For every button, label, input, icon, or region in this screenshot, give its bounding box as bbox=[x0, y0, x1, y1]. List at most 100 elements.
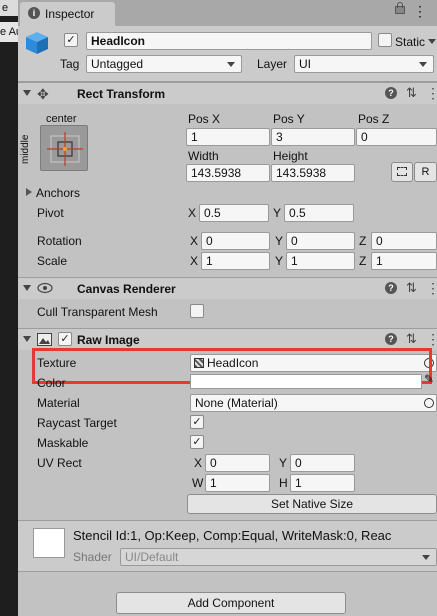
component-title: Raw Image bbox=[77, 333, 140, 347]
uv-y-field[interactable]: 0 bbox=[290, 454, 355, 472]
anchor-preset-icon bbox=[47, 132, 83, 166]
preset-icon[interactable]: ⇅ bbox=[406, 280, 417, 296]
pivot-y-label: Y bbox=[273, 206, 282, 220]
active-checkbox[interactable]: ✓ bbox=[64, 33, 78, 47]
raw-image-header[interactable]: ✓ Raw Image ? ⇅ ⋮ bbox=[18, 328, 437, 350]
kebab-menu-icon[interactable]: ⋮ bbox=[426, 85, 437, 102]
posz-field[interactable]: 0 bbox=[356, 128, 437, 146]
scale-y-label: Y bbox=[275, 254, 284, 268]
scale-z-label: Z bbox=[359, 254, 367, 268]
shader-dropdown[interactable]: UI/Default bbox=[120, 548, 437, 566]
stencil-text: Stencil Id:1, Op:Keep, Comp:Equal, Write… bbox=[73, 529, 392, 543]
uv-x-field[interactable]: 0 bbox=[205, 454, 270, 472]
posy-label: Pos Y bbox=[273, 112, 305, 126]
rotation-x-field[interactable]: 0 bbox=[201, 232, 270, 250]
rect-transform-header[interactable]: ✥ Rect Transform ? ⇅ ⋮ bbox=[18, 82, 437, 104]
eye-icon bbox=[37, 282, 53, 294]
lock-icon-shackle bbox=[397, 2, 403, 8]
height-label: Height bbox=[273, 149, 308, 163]
height-field[interactable]: 143.5938 bbox=[271, 164, 355, 182]
raw-edit-button[interactable]: R bbox=[414, 162, 437, 182]
shader-label: Shader bbox=[73, 550, 112, 564]
kebab-menu-icon[interactable]: ⋮ bbox=[426, 280, 437, 297]
rotation-z-field[interactable]: 0 bbox=[371, 232, 437, 250]
scale-y-field[interactable]: 1 bbox=[286, 252, 355, 270]
raw-image-enabled-checkbox[interactable]: ✓ bbox=[58, 332, 72, 346]
background-text: e Au bbox=[0, 26, 18, 38]
raycast-target-checkbox[interactable]: ✓ bbox=[190, 415, 204, 429]
uv-x-label: X bbox=[194, 456, 203, 470]
info-icon: i bbox=[28, 7, 40, 19]
scale-label: Scale bbox=[37, 254, 68, 268]
posx-label: Pos X bbox=[188, 112, 221, 126]
uv-w-field[interactable]: 1 bbox=[205, 474, 270, 492]
cube-icon bbox=[26, 32, 48, 54]
set-native-size-button[interactable]: Set Native Size bbox=[187, 494, 437, 514]
tab-label: Inspector bbox=[45, 7, 95, 21]
rect-transform-icon: ✥ bbox=[37, 86, 49, 102]
rotation-y-field[interactable]: 0 bbox=[286, 232, 355, 250]
blueprint-mode-button[interactable] bbox=[391, 162, 413, 182]
static-dropdown-arrow[interactable] bbox=[428, 39, 436, 44]
material-label: Material bbox=[37, 396, 80, 410]
pivot-x-field[interactable]: 0.5 bbox=[199, 204, 269, 222]
anchor-horizontal-label: center bbox=[46, 113, 77, 125]
uv-h-label: H bbox=[279, 476, 288, 490]
preset-icon[interactable]: ⇅ bbox=[406, 85, 417, 101]
uv-h-field[interactable]: 1 bbox=[290, 474, 355, 492]
cull-transparent-mesh-label: Cull Transparent Mesh bbox=[37, 305, 158, 319]
width-field[interactable]: 143.5938 bbox=[186, 164, 270, 182]
color-field[interactable] bbox=[190, 374, 422, 389]
eyedropper-icon[interactable]: ✎ bbox=[424, 372, 434, 386]
help-icon[interactable]: ? bbox=[385, 87, 397, 99]
tab-inspector[interactable]: i Inspector bbox=[20, 2, 115, 26]
foldout-arrow-icon[interactable] bbox=[23, 336, 31, 342]
background-text: e bbox=[2, 2, 9, 14]
gameobject-name-field[interactable]: HeadIcon bbox=[86, 32, 372, 50]
anchors-label: Anchors bbox=[36, 186, 81, 200]
posx-field[interactable]: 1 bbox=[186, 128, 270, 146]
add-component-button[interactable]: Add Component bbox=[116, 592, 346, 614]
layer-label: Layer bbox=[257, 57, 288, 71]
kebab-menu-icon[interactable]: ⋮ bbox=[426, 331, 437, 348]
pivot-x-label: X bbox=[188, 206, 197, 220]
anchor-presets-button[interactable] bbox=[40, 125, 88, 171]
material-field[interactable]: None (Material) bbox=[190, 394, 437, 412]
help-icon[interactable]: ? bbox=[385, 282, 397, 294]
component-title: Canvas Renderer bbox=[77, 282, 176, 296]
background-window-tab: e Au bbox=[0, 22, 18, 42]
raycast-target-label: Raycast Target bbox=[37, 416, 117, 430]
rotation-x-label: X bbox=[190, 234, 199, 248]
rotation-y-label: Y bbox=[275, 234, 284, 248]
foldout-arrow-icon[interactable] bbox=[23, 285, 31, 291]
static-label: Static bbox=[395, 35, 426, 49]
help-icon[interactable]: ? bbox=[385, 333, 397, 345]
anchor-vertical-label: middle bbox=[20, 134, 31, 164]
uv-w-label: W bbox=[192, 476, 204, 490]
image-icon bbox=[37, 333, 52, 346]
tag-dropdown[interactable]: Untagged bbox=[86, 55, 242, 73]
posy-field[interactable]: 3 bbox=[271, 128, 355, 146]
static-checkbox[interactable] bbox=[378, 33, 392, 47]
kebab-menu-icon[interactable]: ⋮ bbox=[413, 4, 427, 18]
layer-dropdown[interactable]: UI bbox=[294, 55, 434, 73]
color-label: Color bbox=[37, 376, 66, 390]
rotation-label: Rotation bbox=[37, 234, 82, 248]
foldout-arrow-icon[interactable] bbox=[23, 90, 31, 96]
pivot-label: Pivot bbox=[37, 206, 64, 220]
object-picker-icon[interactable] bbox=[424, 398, 434, 408]
component-title: Rect Transform bbox=[77, 87, 166, 101]
posz-label: Pos Z bbox=[358, 112, 390, 126]
material-value: None (Material) bbox=[195, 396, 278, 410]
anchors-foldout-arrow-icon[interactable] bbox=[26, 188, 32, 196]
cull-transparent-mesh-checkbox[interactable] bbox=[190, 304, 204, 318]
maskable-checkbox[interactable]: ✓ bbox=[190, 435, 204, 449]
canvas-renderer-header[interactable]: Canvas Renderer ? ⇅ ⋮ bbox=[18, 277, 437, 299]
background-window-strip bbox=[0, 0, 18, 616]
scale-x-field[interactable]: 1 bbox=[201, 252, 270, 270]
preset-icon[interactable]: ⇅ bbox=[406, 331, 417, 347]
scale-z-field[interactable]: 1 bbox=[371, 252, 437, 270]
width-label: Width bbox=[188, 149, 219, 163]
tag-label: Tag bbox=[60, 57, 80, 71]
pivot-y-field[interactable]: 0.5 bbox=[284, 204, 354, 222]
